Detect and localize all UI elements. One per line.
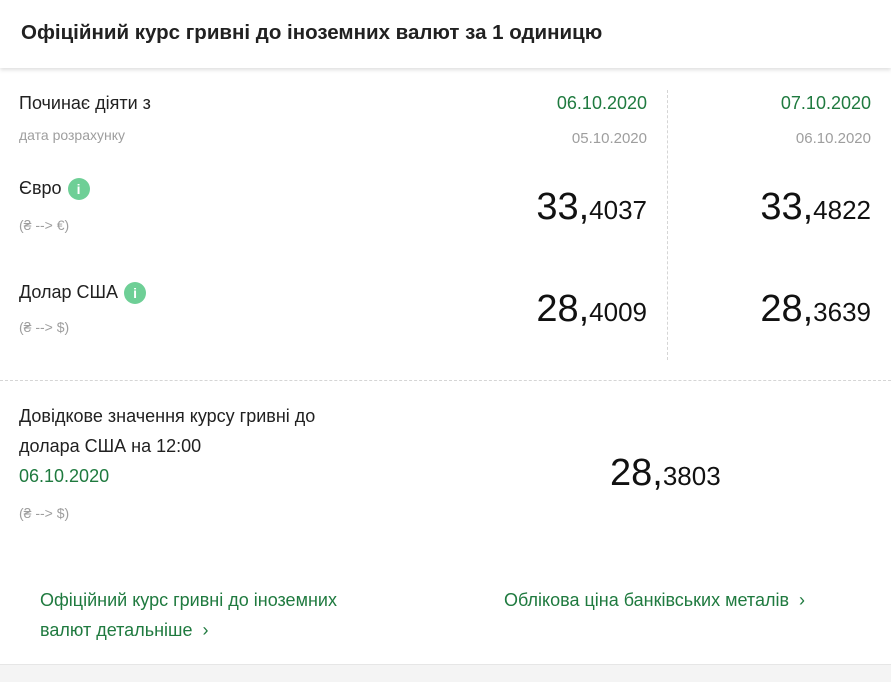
col2-effective-date: 07.10.2020 — [780, 93, 871, 113]
col1-effective-date: 06.10.2020 — [556, 93, 647, 113]
col2-calc-date: 06.10.2020 — [795, 130, 871, 147]
page-header: Офіційний курс гривні до іноземних валют… — [0, 0, 891, 68]
rate-int: 33, — [536, 186, 590, 228]
reference-title-line2: долара США на 12:00 — [19, 436, 202, 456]
euro-direction: (₴ --> €) — [19, 217, 70, 233]
rate-int: 28, — [760, 288, 814, 330]
calc-date-label: дата розрахунку — [19, 127, 125, 143]
usd-name: Долар США — [19, 282, 119, 302]
bank-metals-link[interactable]: Облікова ціна банківських металів › — [504, 585, 805, 615]
chevron-right-icon: › — [202, 620, 209, 640]
euro-row-label: Євро i — [19, 178, 90, 201]
col1-calc-date: 05.10.2020 — [571, 130, 647, 147]
detailed-link-line2: валют детальніше — [40, 620, 193, 640]
detailed-link-line1: Офіційний курс гривні до іноземних — [40, 590, 337, 610]
section-divider — [0, 380, 891, 381]
rate-frac: 3803 — [662, 461, 721, 491]
usd-direction: (₴ --> $) — [19, 319, 70, 335]
rate-int: 28, — [610, 452, 663, 494]
rate-frac: 4009 — [589, 297, 647, 327]
detailed-rates-link[interactable]: Офіційний курс гривні до іноземних валют… — [40, 585, 337, 645]
euro-name: Євро — [19, 178, 62, 198]
column-divider — [667, 90, 668, 360]
rate-int: 33, — [760, 186, 814, 228]
rate-frac: 4822 — [813, 195, 871, 225]
metals-link-label: Облікова ціна банківських металів — [504, 590, 790, 610]
rate-frac: 4037 — [589, 195, 647, 225]
euro-rate-col1: 33,4037 — [536, 186, 647, 229]
reference-direction: (₴ --> $) — [19, 505, 70, 521]
effective-date-label: Починає діяти з — [19, 93, 151, 113]
page-title: Офіційний курс гривні до іноземних валют… — [21, 21, 603, 44]
info-icon[interactable]: i — [124, 282, 147, 305]
chevron-right-icon: › — [799, 590, 806, 610]
reference-rate: 28,3803 — [610, 452, 721, 495]
rate-frac: 3639 — [813, 297, 871, 327]
euro-rate-col2: 33,4822 — [760, 186, 871, 229]
rate-int: 28, — [536, 288, 590, 330]
usd-rate-col1: 28,4009 — [536, 288, 647, 331]
reference-date: 06.10.2020 — [19, 466, 110, 486]
usd-row-label: Долар США i — [19, 282, 147, 305]
reference-title-line1: Довідкове значення курсу гривні до — [19, 406, 316, 426]
usd-rate-col2: 28,3639 — [760, 288, 871, 331]
info-icon[interactable]: i — [67, 178, 90, 201]
footer-bar — [0, 664, 891, 682]
